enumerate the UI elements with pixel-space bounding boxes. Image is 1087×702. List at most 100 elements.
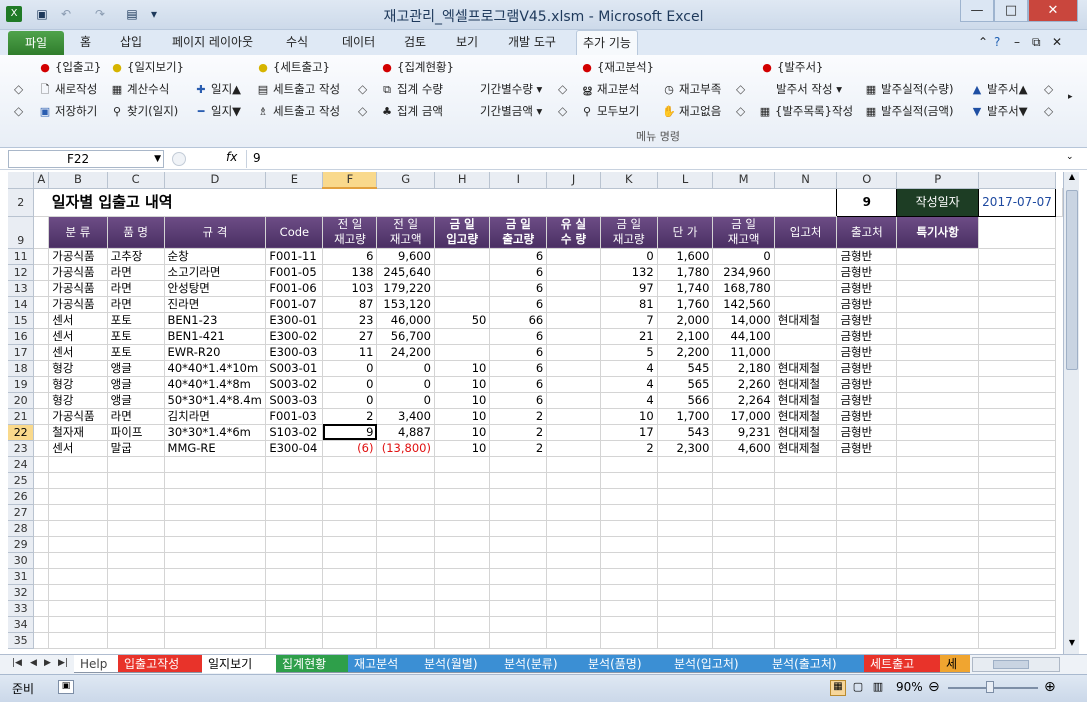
cell[interactable]: 17 [600, 424, 658, 441]
cell[interactable] [33, 360, 50, 377]
cell[interactable]: 2 [489, 424, 548, 441]
cell[interactable]: 1,760 [657, 296, 714, 313]
cell[interactable]: 가공식품 [48, 296, 108, 313]
cell[interactable] [376, 536, 435, 553]
cell[interactable]: 금형반 [836, 440, 898, 457]
cell[interactable]: 0 [376, 360, 435, 377]
cell[interactable] [48, 536, 108, 553]
sheet-tab-analysis[interactable]: 재고분석 [348, 655, 418, 673]
cell[interactable] [896, 584, 980, 601]
cell[interactable] [322, 584, 378, 601]
cell[interactable] [434, 632, 491, 649]
cell[interactable]: 142,560 [712, 296, 775, 313]
cell[interactable] [33, 312, 50, 329]
cell[interactable] [546, 552, 601, 569]
row-header[interactable]: 2 [8, 188, 35, 217]
cell[interactable]: 14,000 [712, 312, 775, 329]
cell[interactable]: 가공식품 [48, 408, 108, 425]
cell[interactable]: 10 [434, 424, 491, 441]
cell[interactable]: F001-05 [265, 264, 324, 281]
calc-formula-button[interactable]: ▦ 계산수식 [110, 81, 170, 98]
cell[interactable] [896, 248, 980, 265]
cell[interactable]: 금형반 [836, 344, 898, 361]
cell[interactable]: 11,000 [712, 344, 775, 361]
cell[interactable]: 현대제철 [774, 312, 838, 329]
ribbon-po-button[interactable]: ● {발주서} [760, 59, 823, 76]
cell[interactable] [376, 632, 435, 649]
row-header[interactable]: 32 [8, 584, 35, 601]
cell[interactable] [546, 504, 601, 521]
row-header[interactable]: 29 [8, 536, 35, 553]
show-all-button[interactable]: ⚲ 모두보기 [580, 103, 639, 120]
cell[interactable] [33, 216, 50, 249]
normal-view-icon[interactable]: ▦ [830, 680, 846, 696]
cell[interactable] [48, 600, 108, 617]
row-header[interactable]: 30 [8, 552, 35, 569]
cell[interactable] [434, 520, 491, 537]
cell[interactable] [434, 296, 491, 313]
cell[interactable] [434, 488, 491, 505]
cell[interactable] [546, 456, 601, 473]
cell[interactable] [164, 568, 267, 585]
po-up-button[interactable]: ▲ 발주서▲ [970, 81, 1028, 98]
cell[interactable]: 10 [434, 408, 491, 425]
row-header[interactable]: 16 [8, 328, 35, 345]
cell[interactable]: 234,960 [712, 264, 775, 281]
cell[interactable] [107, 504, 165, 521]
column-header[interactable]: G [376, 172, 435, 189]
cell[interactable]: 1,740 [657, 280, 714, 297]
cell[interactable] [896, 296, 980, 313]
cell[interactable]: 4 [600, 376, 658, 393]
po-perf-amount-button[interactable]: ▦ 발주실적(금액) [864, 103, 954, 120]
cell[interactable] [836, 600, 898, 617]
cell[interactable] [107, 520, 165, 537]
journal-up-button[interactable]: ✚ 일지▲ [194, 81, 241, 98]
cell[interactable]: 50*30*1.4*8.4m [164, 392, 267, 409]
cell[interactable] [164, 472, 267, 489]
cell[interactable] [774, 584, 838, 601]
cell[interactable] [896, 600, 980, 617]
column-header[interactable]: H [434, 172, 491, 189]
cell[interactable]: BEN1-23 [164, 312, 267, 329]
cell[interactable] [600, 616, 658, 633]
cell[interactable]: 23 [322, 312, 378, 329]
cell[interactable] [836, 488, 898, 505]
sheet-tab-monthly[interactable]: 분석(월별) [418, 655, 498, 673]
cell[interactable] [978, 328, 1056, 345]
cell[interactable]: 6 [489, 280, 548, 297]
cell[interactable]: 245,640 [376, 264, 435, 281]
cell[interactable] [546, 440, 601, 457]
cell[interactable] [836, 568, 898, 585]
cell[interactable]: 포토 [107, 344, 165, 361]
scroll-up-icon[interactable]: ▲ [1065, 172, 1079, 186]
cell[interactable]: 545 [657, 360, 714, 377]
cell[interactable] [489, 600, 548, 617]
cell[interactable] [546, 520, 601, 537]
cell[interactable] [33, 536, 50, 553]
cell[interactable] [48, 552, 108, 569]
cell[interactable] [978, 424, 1056, 441]
journal-down-button[interactable]: ━ 일지▼ [194, 103, 241, 120]
first-sheet-icon[interactable]: |◀ [12, 658, 22, 668]
cell[interactable] [164, 552, 267, 569]
cell[interactable] [896, 456, 980, 473]
row-header[interactable]: 23 [8, 440, 35, 457]
ribbon-inout-button[interactable]: ● {입출고} [38, 59, 101, 76]
cell[interactable] [774, 264, 838, 281]
cell[interactable]: 앵글 [107, 360, 165, 377]
column-header[interactable]: C [107, 172, 165, 189]
tab-data[interactable]: 데이터 [336, 30, 381, 55]
cell[interactable] [164, 488, 267, 505]
cell[interactable] [434, 568, 491, 585]
cell[interactable] [265, 632, 324, 649]
cell[interactable] [546, 312, 601, 329]
vertical-scrollbar[interactable]: ▲ ▼ [1063, 172, 1079, 654]
cell[interactable] [774, 632, 838, 649]
cell[interactable] [164, 584, 267, 601]
cell[interactable]: 2 [600, 440, 658, 457]
cell[interactable] [657, 568, 714, 585]
cell[interactable] [600, 472, 658, 489]
cell[interactable] [33, 632, 50, 649]
cell[interactable] [376, 616, 435, 633]
po-create-dropdown[interactable]: 발주서 작성 ▾ [776, 81, 842, 98]
